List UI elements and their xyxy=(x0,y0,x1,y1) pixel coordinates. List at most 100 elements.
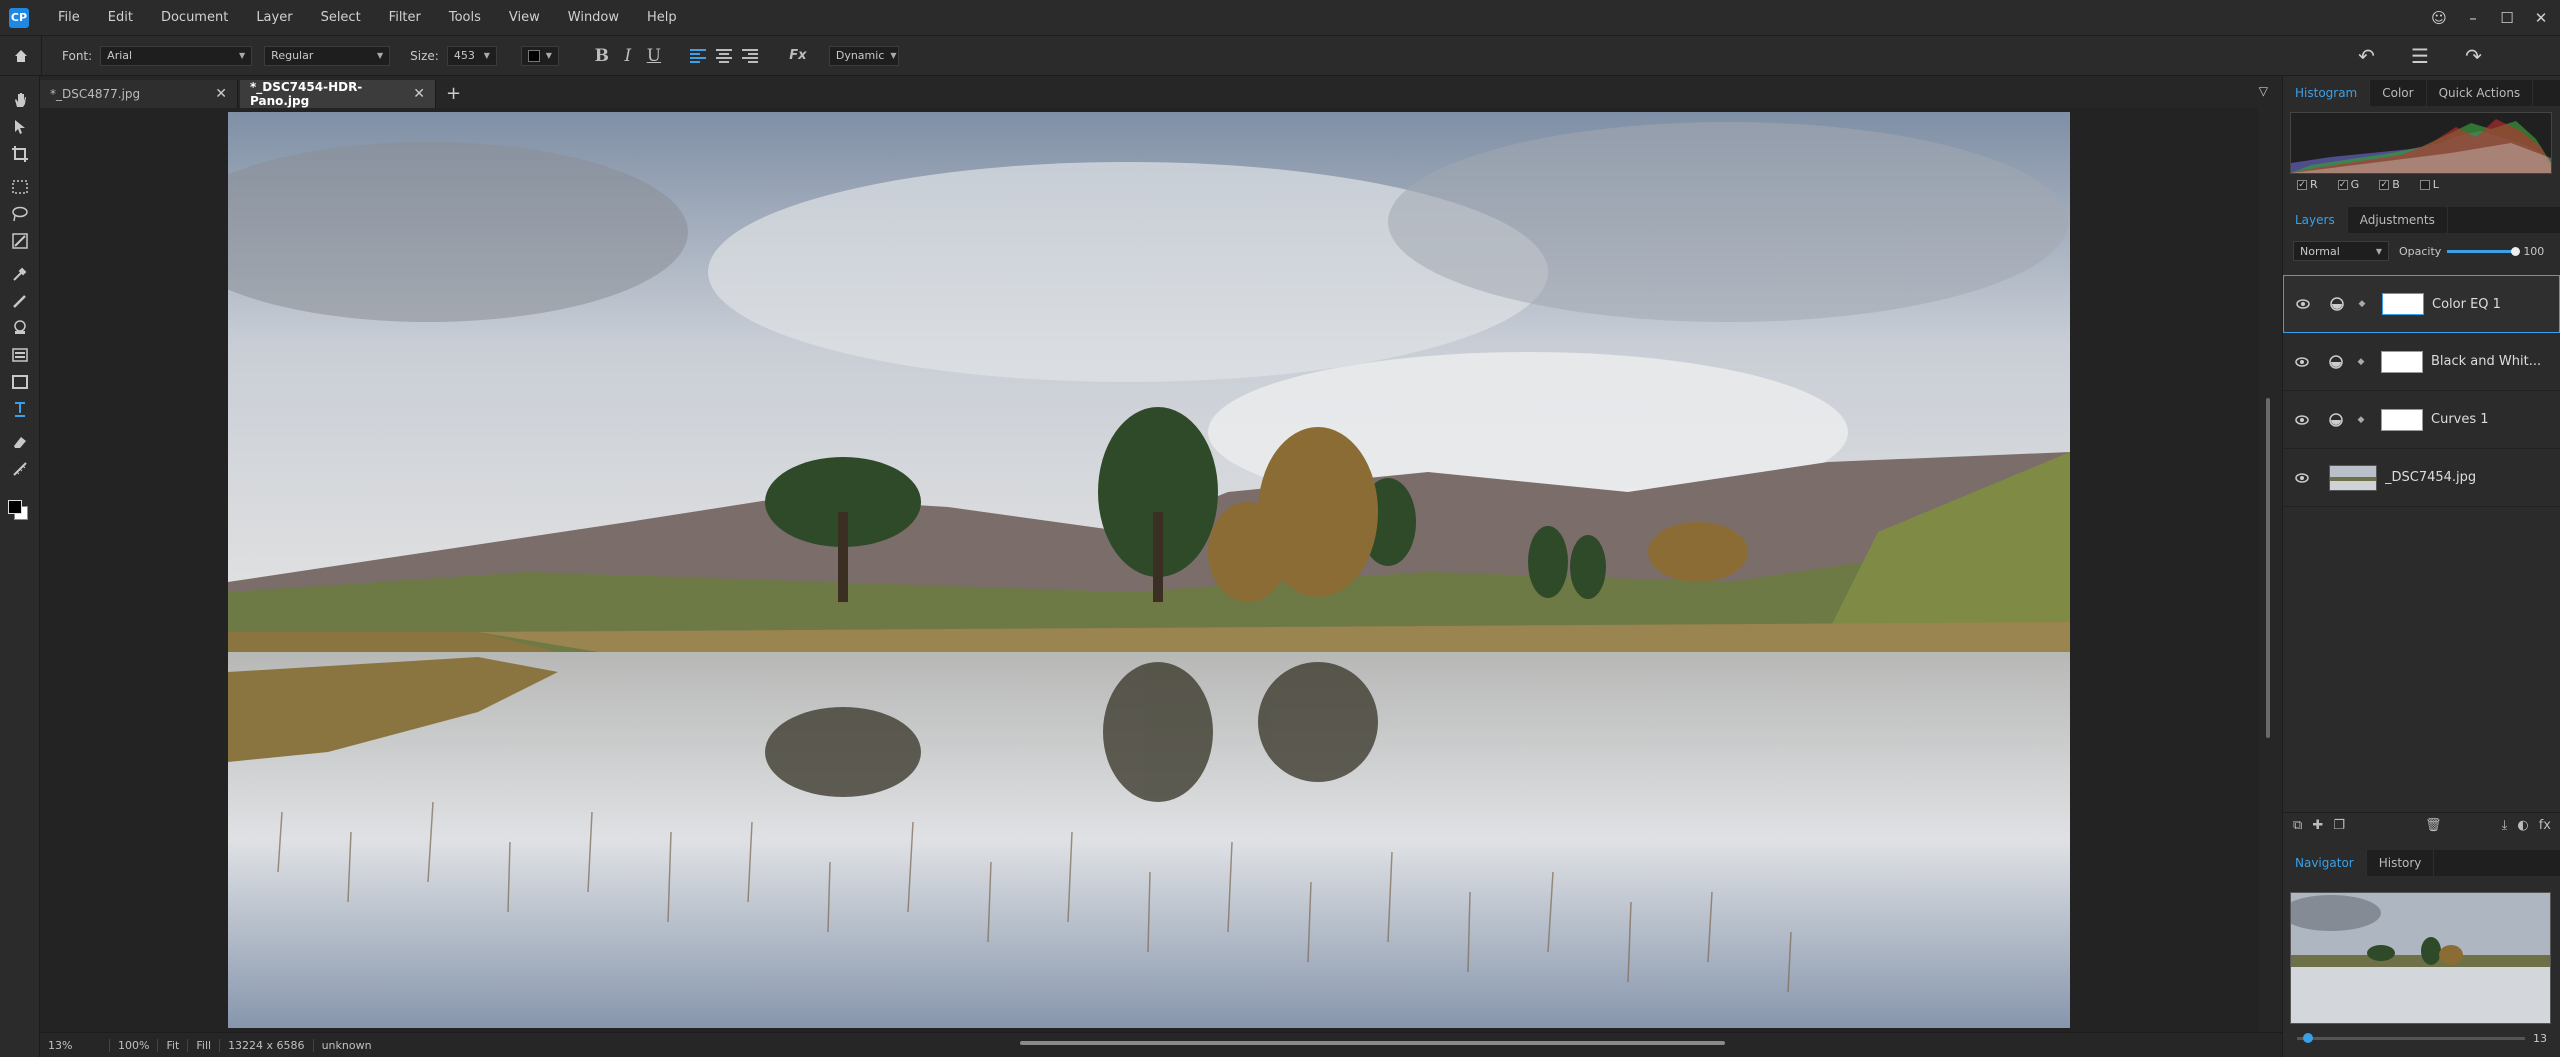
move-tool[interactable] xyxy=(0,113,40,140)
eye-icon[interactable] xyxy=(2284,299,2322,309)
layer-mask-thumbnail[interactable] xyxy=(2381,350,2423,373)
channel-g[interactable]: ✓ G xyxy=(2337,178,2359,191)
eye-icon[interactable] xyxy=(2283,356,2321,367)
italic-button[interactable]: I xyxy=(615,46,641,66)
layer-mask-thumbnail[interactable] xyxy=(2381,408,2423,431)
navigator-zoom-value[interactable]: 13 xyxy=(2533,1032,2547,1045)
align-left-button[interactable] xyxy=(685,48,711,63)
gradient-tool[interactable] xyxy=(0,341,40,368)
layer-name[interactable]: Curves 1 xyxy=(2431,412,2489,427)
add-layer-icon[interactable]: ✚ xyxy=(2312,818,2323,833)
eyedropper-tool[interactable] xyxy=(0,260,40,287)
hamburger-menu-icon[interactable]: ☰ xyxy=(2411,44,2429,68)
trash-icon[interactable]: 🗑 xyxy=(2425,818,2442,833)
navigator-zoom-slider[interactable] xyxy=(2297,1033,2525,1043)
tab-layers[interactable]: Layers xyxy=(2283,207,2348,233)
font-dropdown[interactable]: Arial ▼ xyxy=(100,45,253,66)
opacity-slider[interactable] xyxy=(2447,246,2521,256)
home-button[interactable] xyxy=(0,35,42,76)
layer-mask-thumbnail[interactable] xyxy=(2382,293,2424,315)
scrollbar-thumb[interactable] xyxy=(2266,398,2270,738)
tab-navigator[interactable]: Navigator xyxy=(2283,850,2367,876)
close-window-button[interactable]: ✕ xyxy=(2526,9,2556,27)
new-group-icon[interactable]: ⧉ xyxy=(2293,818,2302,833)
channel-b[interactable]: ✓ B xyxy=(2379,178,2400,191)
menu-document[interactable]: Document xyxy=(147,0,242,36)
menu-select[interactable]: Select xyxy=(307,0,375,36)
fit-button[interactable]: Fit xyxy=(158,1038,189,1052)
text-tool[interactable] xyxy=(0,395,40,422)
maximize-button[interactable]: ☐ xyxy=(2492,9,2522,27)
menu-filter[interactable]: Filter xyxy=(375,0,435,36)
link-icon[interactable]: ◆ xyxy=(2351,415,2371,425)
measure-tool[interactable] xyxy=(0,455,40,482)
tab-color[interactable]: Color xyxy=(2370,80,2427,106)
document-image[interactable] xyxy=(228,112,2070,1028)
font-style-dropdown[interactable]: Regular ▼ xyxy=(264,45,391,66)
blend-mode-dropdown[interactable]: Normal ▼ xyxy=(2293,241,2389,261)
fill-button[interactable]: Fill xyxy=(188,1038,221,1052)
lasso-tool[interactable] xyxy=(0,200,40,227)
tab-histogram[interactable]: Histogram xyxy=(2283,80,2371,106)
magic-wand-tool[interactable] xyxy=(0,227,40,254)
tab-dsc4877[interactable]: *_DSC4877.jpg ✕ xyxy=(40,80,238,108)
menu-layer[interactable]: Layer xyxy=(242,0,306,36)
link-icon[interactable]: ◆ xyxy=(2352,299,2372,309)
opacity-value[interactable]: 100 xyxy=(2523,245,2544,258)
layer-thumbnail[interactable] xyxy=(2329,464,2377,491)
canvas-area[interactable] xyxy=(40,108,2260,1032)
tab-history[interactable]: History xyxy=(2367,850,2435,876)
layer-name[interactable]: _DSC7454.jpg xyxy=(2385,470,2476,485)
vertical-scrollbar[interactable] xyxy=(2258,108,2282,1032)
new-tab-button[interactable]: + xyxy=(446,80,461,108)
redo-icon[interactable]: ↷ xyxy=(2465,44,2482,68)
merge-icon[interactable]: ⤓ xyxy=(2502,818,2508,833)
mask-icon[interactable]: ◐ xyxy=(2517,818,2528,833)
menu-tools[interactable]: Tools xyxy=(435,0,495,36)
undo-icon[interactable]: ↶ xyxy=(2358,44,2375,68)
layer-item[interactable]: ◆ Color EQ 1 xyxy=(2283,275,2560,333)
menu-window[interactable]: Window xyxy=(554,0,633,36)
align-center-button[interactable] xyxy=(711,48,737,63)
underline-button[interactable]: U xyxy=(641,46,667,66)
crop-tool[interactable] xyxy=(0,140,40,167)
tabs-menu-icon[interactable]: ▽ xyxy=(2259,84,2268,98)
account-icon[interactable]: ☺ xyxy=(2424,9,2454,27)
eye-icon[interactable] xyxy=(2283,414,2321,425)
minimize-button[interactable]: – xyxy=(2458,9,2488,27)
channel-r[interactable]: ✓ R xyxy=(2297,178,2318,191)
layer-name[interactable]: Color EQ 1 xyxy=(2432,297,2501,312)
zoom-100-button[interactable]: 100% xyxy=(110,1038,159,1052)
horizontal-scrollbar[interactable] xyxy=(1020,1041,1725,1045)
text-effects-button[interactable]: Fx xyxy=(785,48,811,63)
slider-handle[interactable] xyxy=(2303,1033,2313,1043)
close-icon[interactable]: ✕ xyxy=(413,86,425,102)
bold-button[interactable]: B xyxy=(589,46,615,66)
text-mode-dropdown[interactable]: Dynamic ▼ xyxy=(828,45,899,66)
tab-quick-actions[interactable]: Quick Actions xyxy=(2427,80,2534,106)
eye-icon[interactable] xyxy=(2283,472,2321,483)
tab-dsc7454-hdr-pano[interactable]: *_DSC7454-HDR-Pano.jpg ✕ xyxy=(240,80,436,108)
shape-tool[interactable] xyxy=(0,368,40,395)
layer-name[interactable]: Black and Whit... xyxy=(2431,354,2541,369)
align-right-button[interactable] xyxy=(737,48,763,63)
menu-file[interactable]: File xyxy=(44,0,94,36)
navigator-preview[interactable] xyxy=(2290,892,2551,1024)
slider-handle[interactable] xyxy=(2511,246,2521,256)
close-icon[interactable]: ✕ xyxy=(215,86,227,102)
clone-stamp-tool[interactable] xyxy=(0,314,40,341)
rect-select-tool[interactable] xyxy=(0,173,40,200)
foreground-color[interactable] xyxy=(8,500,22,514)
color-swatches[interactable] xyxy=(0,496,40,532)
menu-edit[interactable]: Edit xyxy=(94,0,147,36)
zoom-level[interactable]: 13% xyxy=(40,1038,110,1052)
link-icon[interactable]: ◆ xyxy=(2351,357,2371,367)
tab-adjustments[interactable]: Adjustments xyxy=(2348,207,2448,233)
eraser-tool[interactable] xyxy=(0,428,40,455)
menu-help[interactable]: Help xyxy=(633,0,691,36)
layer-item[interactable]: ◆ Curves 1 xyxy=(2283,391,2560,449)
layer-effects-icon[interactable]: fx xyxy=(2539,818,2551,833)
text-color-picker[interactable]: ▼ xyxy=(520,45,559,66)
menu-view[interactable]: View xyxy=(495,0,554,36)
hand-tool[interactable] xyxy=(0,86,40,113)
